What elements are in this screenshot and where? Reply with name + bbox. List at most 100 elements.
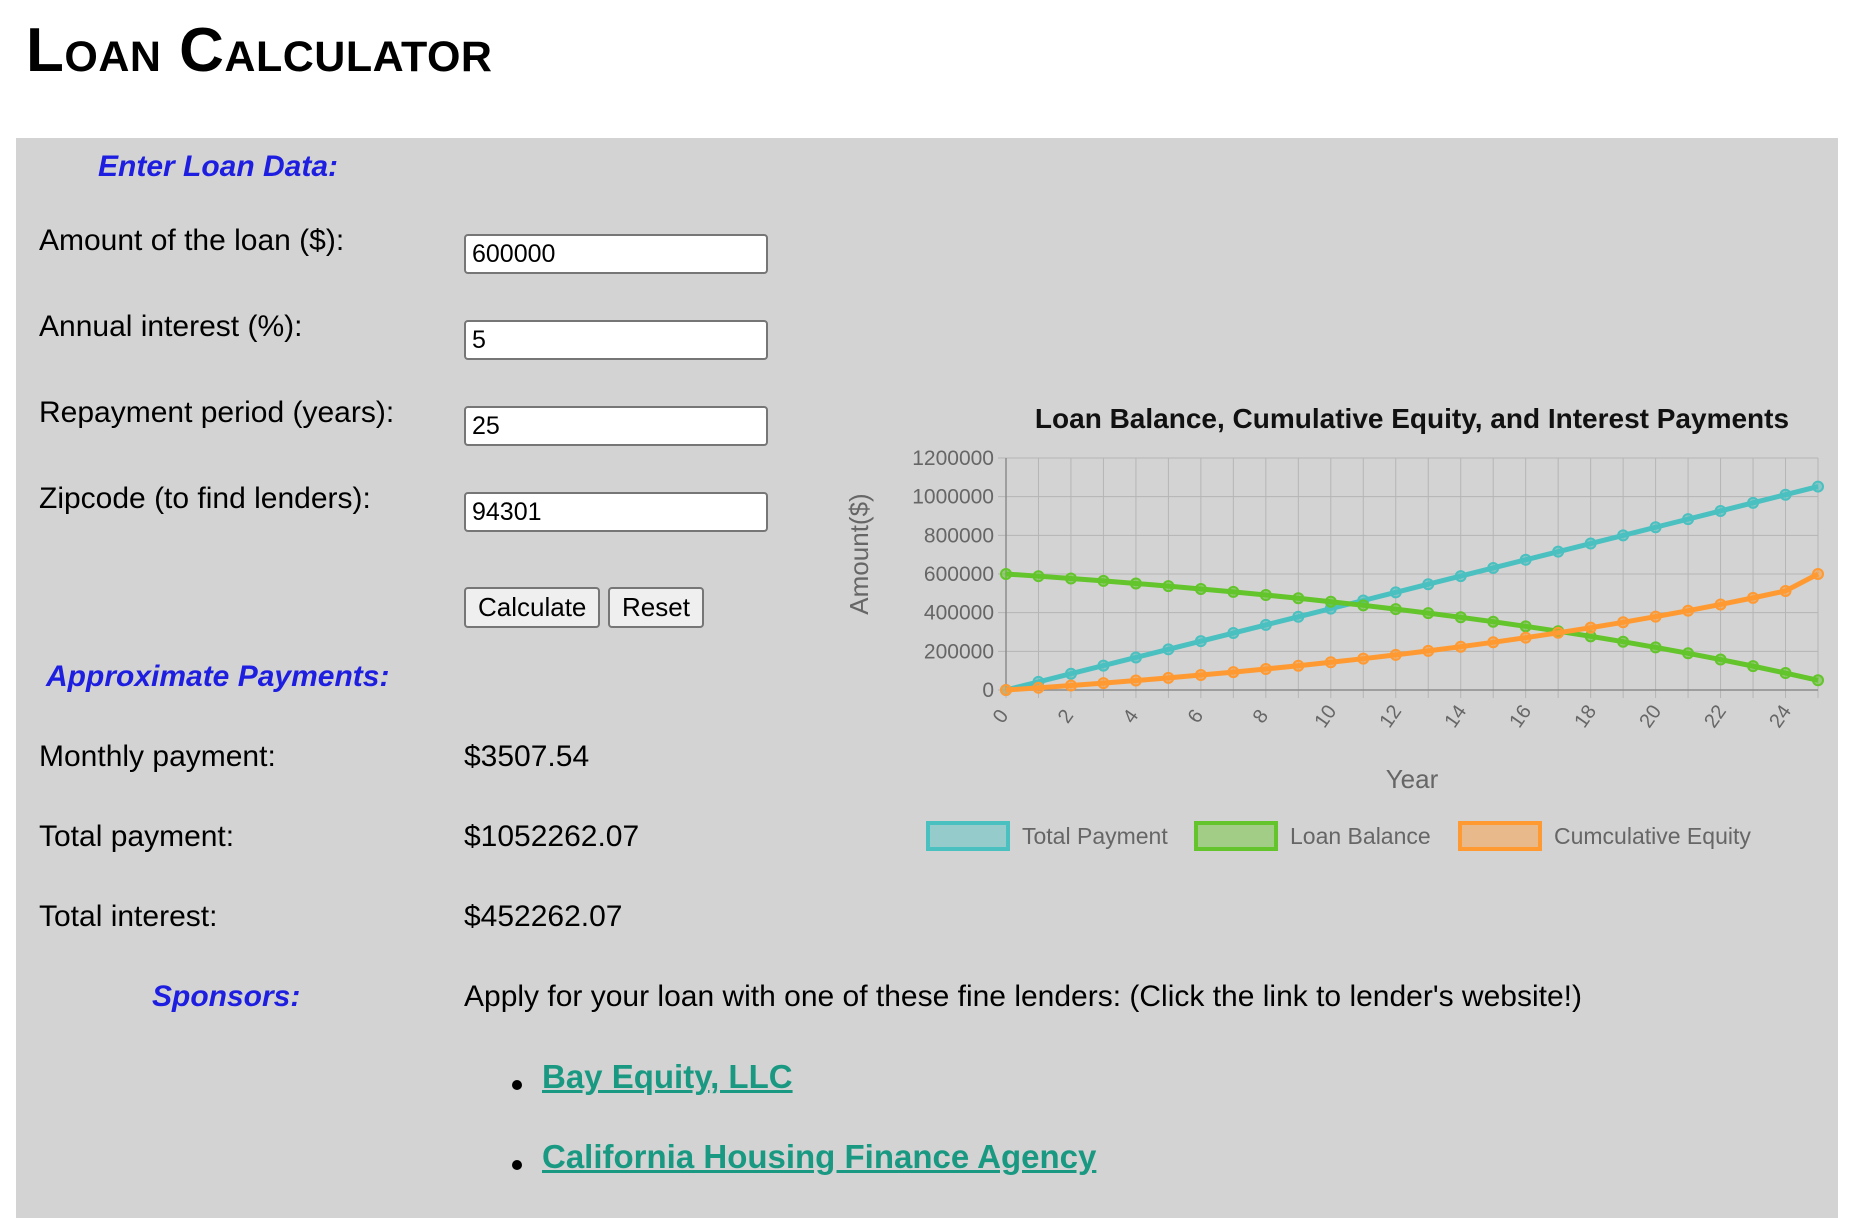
sponsors-intro: Apply for your loan with one of these fi… — [464, 980, 1582, 1013]
data-point — [1519, 553, 1532, 566]
enter-loan-data-heading: Enter Loan Data: — [98, 150, 339, 183]
data-point — [1584, 537, 1597, 550]
data-point — [1259, 618, 1272, 631]
data-point — [1097, 574, 1110, 587]
bullet-icon — [512, 1160, 522, 1170]
data-point — [1000, 684, 1012, 696]
x-tick-label: 18 — [1570, 701, 1601, 732]
data-point — [1714, 504, 1727, 517]
calculate-button[interactable]: Calculate — [464, 587, 601, 628]
data-point — [1812, 480, 1824, 493]
data-point — [1812, 568, 1824, 580]
period-label: Repayment period (years): — [39, 396, 395, 429]
data-point — [1227, 627, 1240, 640]
monthly-payment-value: $3507.54 — [464, 740, 590, 773]
amount-label: Amount of the loan ($): — [39, 224, 345, 257]
bullet-icon — [512, 1080, 522, 1090]
reset-button[interactable]: Reset — [608, 587, 704, 628]
data-point — [1454, 570, 1467, 583]
data-point — [1649, 610, 1662, 623]
x-tick-label: 24 — [1765, 701, 1796, 732]
data-point — [1097, 659, 1110, 672]
data-point — [1617, 616, 1630, 629]
x-tick-label: 12 — [1375, 701, 1406, 732]
data-point — [1487, 636, 1500, 649]
data-point — [1259, 589, 1272, 602]
interest-label: Annual interest (%): — [39, 310, 303, 343]
data-point — [1682, 604, 1695, 617]
x-tick-label: 8 — [1249, 706, 1273, 728]
x-tick-label: 0 — [989, 706, 1013, 728]
data-point — [1487, 615, 1500, 628]
x-tick-label: 20 — [1635, 701, 1666, 732]
data-point — [1097, 677, 1110, 690]
data-point — [1584, 621, 1597, 634]
data-point — [1259, 662, 1272, 675]
x-tick-label: 4 — [1119, 706, 1143, 728]
sponsors-heading: Sponsors: — [152, 980, 301, 1013]
page-title: Loan Calculator — [26, 16, 493, 85]
data-point — [1519, 631, 1532, 644]
data-point — [1129, 651, 1142, 664]
data-point — [1779, 584, 1792, 597]
data-point — [1357, 599, 1370, 612]
legend-swatch — [1194, 821, 1278, 851]
data-point — [1064, 572, 1077, 585]
zipcode-label: Zipcode (to find lenders): — [39, 482, 371, 515]
data-point — [1487, 561, 1500, 574]
data-point — [1714, 653, 1727, 666]
y-axis-label: Amount($) — [844, 493, 874, 614]
data-point — [1324, 595, 1337, 608]
data-point — [1747, 496, 1760, 509]
data-point — [1032, 681, 1045, 694]
x-tick-label: 16 — [1505, 701, 1536, 732]
data-point — [1747, 660, 1760, 673]
monthly-payment-label: Monthly payment: — [39, 740, 276, 773]
data-point — [1617, 529, 1630, 542]
approximate-payments-heading: Approximate Payments: — [46, 660, 390, 693]
data-point — [1227, 666, 1240, 679]
data-point — [1162, 580, 1175, 593]
data-point — [1552, 545, 1565, 558]
x-tick-label: 2 — [1054, 706, 1078, 728]
data-point — [1389, 648, 1402, 661]
sponsor-link-bay-equity[interactable]: Bay Equity, LLC — [542, 1058, 793, 1096]
data-point — [1000, 568, 1012, 580]
data-point — [1292, 610, 1305, 623]
interest-input[interactable] — [464, 320, 768, 360]
sponsor-link-calhfa[interactable]: California Housing Finance Agency — [542, 1138, 1096, 1176]
calculator-panel: Enter Loan Data: Amount of the loan ($):… — [16, 138, 1838, 1218]
y-tick-label: 0 — [982, 679, 994, 702]
amount-input[interactable] — [464, 234, 768, 274]
y-tick-label: 1200000 — [912, 447, 994, 470]
data-point — [1064, 679, 1077, 692]
data-point — [1194, 635, 1207, 648]
legend-swatch — [926, 821, 1010, 851]
data-point — [1422, 607, 1435, 620]
series-line-0 — [1005, 484, 1819, 693]
total-payment-value: $1052262.07 — [464, 820, 640, 853]
data-point — [1779, 488, 1792, 501]
data-point — [1389, 586, 1402, 599]
series-line-2 — [1005, 571, 1820, 693]
y-tick-label: 800000 — [924, 524, 994, 547]
data-point — [1649, 641, 1662, 654]
data-point — [1032, 570, 1045, 583]
total-payment-label: Total payment: — [39, 820, 235, 853]
data-point — [1812, 674, 1824, 687]
legend-label: Loan Balance — [1290, 823, 1431, 849]
data-point — [1779, 667, 1792, 680]
data-point — [1324, 656, 1337, 669]
total-interest-value: $452262.07 — [464, 900, 623, 933]
zipcode-input[interactable] — [464, 492, 768, 532]
data-point — [1454, 611, 1467, 624]
period-input[interactable] — [464, 406, 768, 446]
data-point — [1129, 577, 1142, 590]
y-tick-label: 1000000 — [912, 486, 994, 509]
x-tick-label: 22 — [1700, 701, 1731, 732]
y-tick-label: 600000 — [924, 563, 994, 586]
data-point — [1129, 674, 1142, 687]
data-point — [1357, 652, 1370, 665]
data-point — [1747, 591, 1760, 604]
x-tick-label: 10 — [1310, 701, 1341, 732]
